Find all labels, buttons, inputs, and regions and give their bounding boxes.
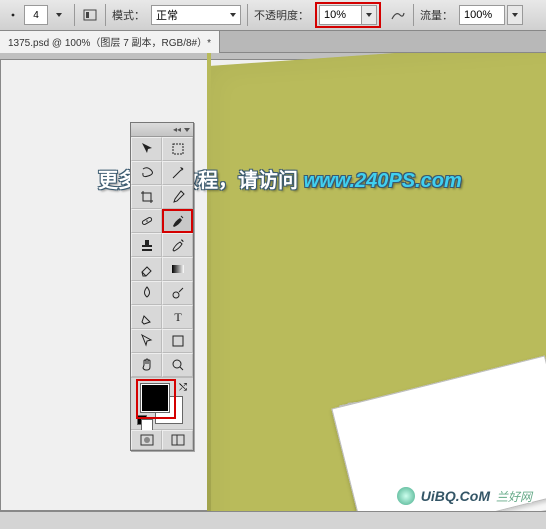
dodge-tool[interactable] <box>162 281 193 305</box>
zoom-tool[interactable] <box>162 353 193 377</box>
document-tab[interactable]: 1375.psd @ 100%（图层 7 副本，RGB/8#）* <box>0 31 220 53</box>
panel-menu-icon[interactable] <box>184 128 190 132</box>
eyedropper-tool[interactable] <box>162 185 193 209</box>
pen-tool[interactable] <box>131 305 162 329</box>
watermark-icon <box>397 487 415 505</box>
hand-tool[interactable] <box>131 353 162 377</box>
tools-panel-header[interactable]: ◂◂ <box>131 123 193 137</box>
foreground-color-swatch[interactable] <box>141 384 169 412</box>
pressure-opacity-icon[interactable] <box>389 6 407 24</box>
brush-size-dropdown[interactable] <box>50 6 68 24</box>
svg-text:T: T <box>174 310 182 324</box>
flow-value: 100% <box>464 9 492 21</box>
type-tool[interactable]: T <box>162 305 193 329</box>
brush-panel-toggle[interactable] <box>81 6 99 24</box>
options-bar: 4 模式： 正常 不透明度： 10% 流量： 100% <box>0 0 546 31</box>
tools-panel[interactable]: ◂◂ T ⤭ <box>130 122 194 451</box>
separator <box>74 4 75 26</box>
history-brush-tool[interactable] <box>162 233 193 257</box>
opacity-input[interactable]: 10% <box>319 5 361 25</box>
lasso-tool[interactable] <box>131 161 162 185</box>
marquee-tool[interactable] <box>162 137 193 161</box>
eraser-tool[interactable] <box>131 257 162 281</box>
swap-colors-icon[interactable]: ⤭ <box>179 382 187 393</box>
separator <box>413 4 414 26</box>
quick-mask-toggle[interactable] <box>131 430 162 450</box>
blend-mode-value: 正常 <box>156 7 178 23</box>
brush-preset-icon[interactable] <box>4 6 22 24</box>
blur-tool[interactable] <box>131 281 162 305</box>
flow-label: 流量： <box>420 7 453 23</box>
magic-wand-tool[interactable] <box>162 161 193 185</box>
canvas-area[interactable] <box>0 53 546 511</box>
gradient-tool[interactable] <box>162 257 193 281</box>
opacity-value: 10% <box>324 9 346 21</box>
brush-size-input[interactable]: 4 <box>24 5 48 25</box>
screen-mode-toggle[interactable] <box>162 430 193 450</box>
status-bar <box>0 511 546 529</box>
flow-input[interactable]: 100% <box>459 5 505 25</box>
clone-stamp-tool[interactable] <box>131 233 162 257</box>
opacity-dropdown[interactable] <box>361 5 377 25</box>
separator <box>247 4 248 26</box>
collapse-icon[interactable]: ◂◂ <box>173 125 181 134</box>
shape-tool[interactable] <box>162 329 193 353</box>
document-tab-bar: 1375.psd @ 100%（图层 7 副本，RGB/8#）* <box>0 31 546 53</box>
default-colors-icon[interactable] <box>137 415 147 425</box>
brush-tool[interactable] <box>162 209 193 233</box>
separator <box>105 4 106 26</box>
color-swatch-area: ⤭ <box>131 377 193 429</box>
healing-brush-tool[interactable] <box>131 209 162 233</box>
opacity-label: 不透明度： <box>254 7 309 23</box>
move-tool[interactable] <box>131 137 162 161</box>
document-canvas[interactable] <box>0 59 546 511</box>
flow-dropdown[interactable] <box>507 5 523 25</box>
crop-tool[interactable] <box>131 185 162 209</box>
opacity-highlight: 10% <box>315 2 381 28</box>
mode-label: 模式： <box>112 7 145 23</box>
path-select-tool[interactable] <box>131 329 162 353</box>
blend-mode-select[interactable]: 正常 <box>151 5 241 25</box>
watermark: UiBQ.CoM 兰好网 <box>397 487 532 505</box>
